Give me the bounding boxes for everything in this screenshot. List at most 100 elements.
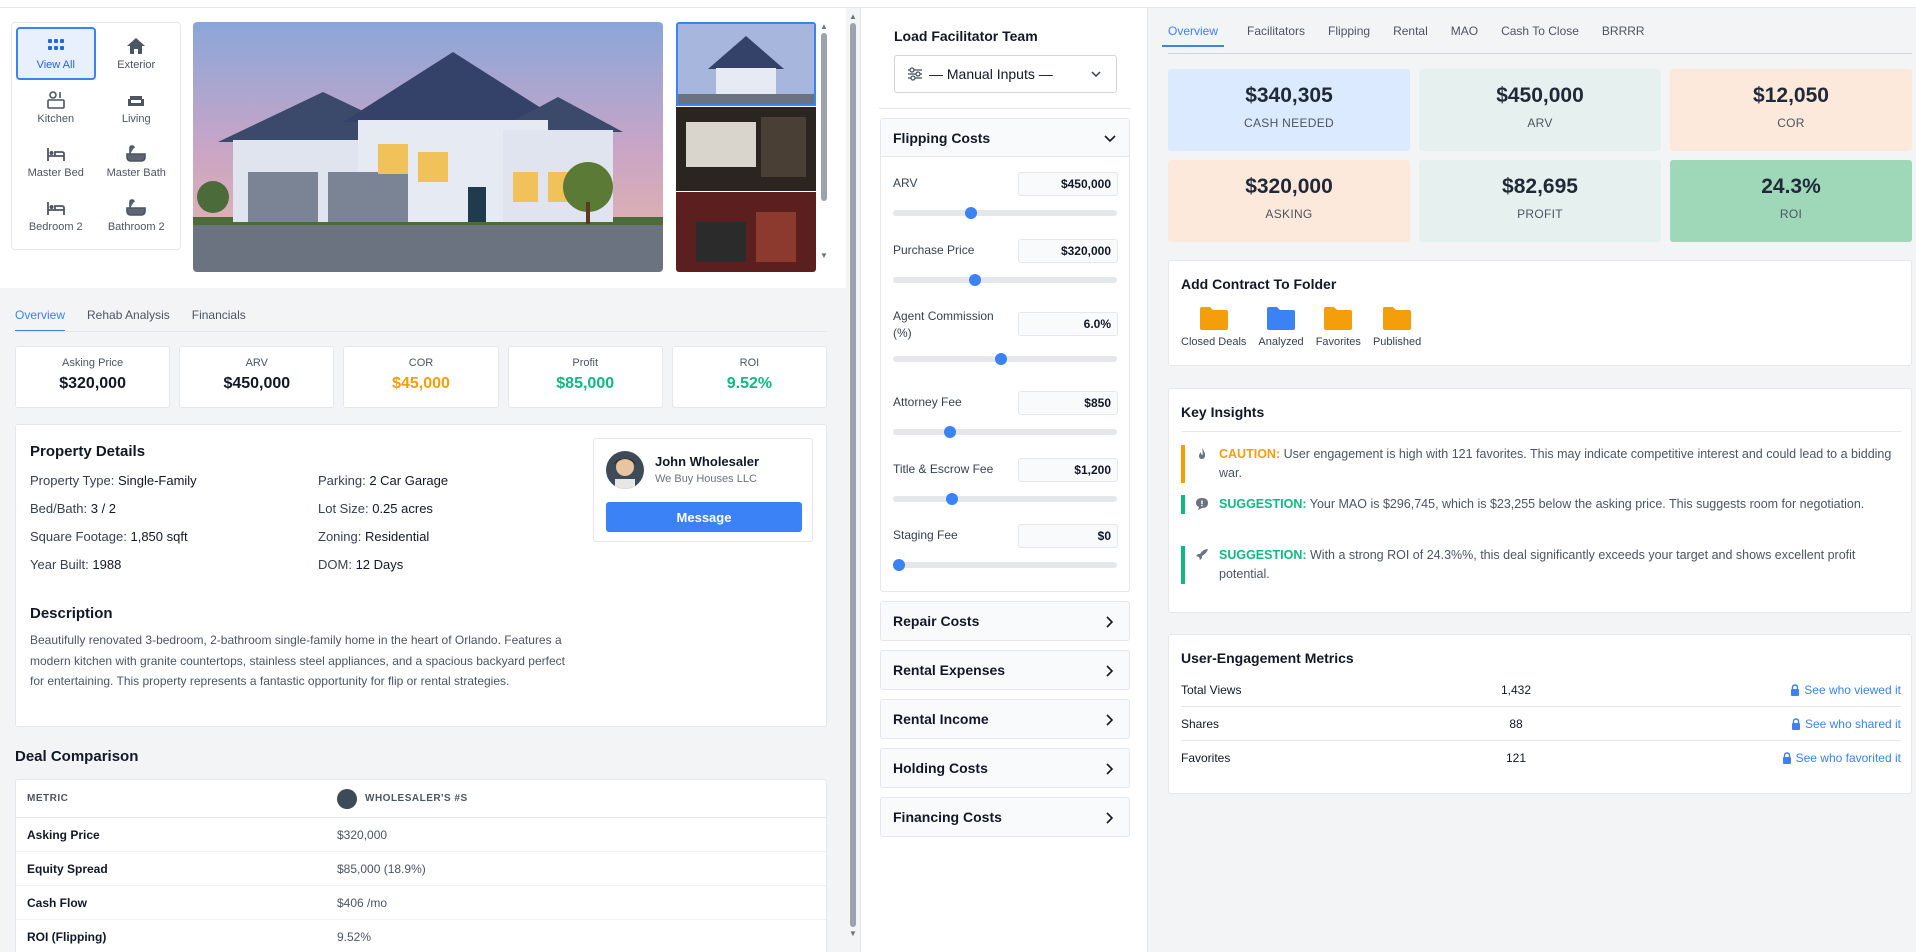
category-label: Exterior bbox=[117, 59, 156, 71]
value-slider[interactable] bbox=[893, 207, 1117, 219]
table-row: Cash Flow $406 /mo bbox=[16, 886, 826, 920]
arv-input[interactable] bbox=[1018, 172, 1118, 196]
stat-value: $320,000 bbox=[59, 375, 126, 392]
value-slider[interactable] bbox=[893, 493, 1117, 505]
category-bedroom-2[interactable]: Bedroom 2 bbox=[16, 189, 96, 242]
section-repair-costs[interactable]: Repair Costs bbox=[880, 601, 1130, 641]
analysis-tabs: Overview Facilitators Flipping Rental MAO Cas… bbox=[1162, 24, 1645, 47]
slider-handle[interactable] bbox=[969, 274, 981, 286]
section-title: Rental Income bbox=[893, 711, 989, 727]
avatar bbox=[606, 451, 644, 489]
table-row: Total Views 1,432 See who viewed it bbox=[1181, 673, 1901, 707]
sofa-icon bbox=[126, 90, 146, 110]
category-label: Bedroom 2 bbox=[28, 221, 83, 233]
see-who-link[interactable]: See who viewed it bbox=[1790, 683, 1901, 697]
category-bathroom-2[interactable]: Bathroom 2 bbox=[97, 189, 177, 242]
category-master-bath[interactable]: Master Bath bbox=[97, 135, 177, 188]
purchase-price-input[interactable] bbox=[1018, 239, 1118, 263]
cost-inputs-panel: Load Facilitator Team — Manual Inputs — … bbox=[860, 8, 1148, 952]
folder-analyzed[interactable]: Analyzed bbox=[1258, 305, 1304, 348]
photo-gallery: View All Exterior Kitchen Living Master Bed M… bbox=[0, 8, 846, 288]
chevron-right-icon bbox=[1106, 665, 1114, 677]
field-key: DOM: bbox=[318, 557, 352, 572]
title-escrow-fee-input[interactable] bbox=[1018, 458, 1118, 482]
category-kitchen[interactable]: Kitchen bbox=[16, 81, 96, 134]
field-label: Purchase Price bbox=[893, 243, 975, 257]
metric-name: Asking Price bbox=[27, 827, 100, 842]
stat-value: $45,000 bbox=[392, 375, 450, 392]
kpi-value: $340,305 bbox=[1245, 84, 1333, 107]
house-photo bbox=[193, 22, 663, 272]
section-rental-income[interactable]: Rental Income bbox=[880, 699, 1130, 739]
tab-rehab-analysis[interactable]: Rehab Analysis bbox=[87, 308, 170, 332]
flipping-costs-header[interactable]: Flipping Costs bbox=[881, 119, 1129, 157]
value-slider[interactable] bbox=[893, 559, 1117, 571]
category-view-all[interactable]: View All bbox=[16, 27, 96, 80]
slider-handle[interactable] bbox=[995, 353, 1007, 365]
kpi-label: ARV bbox=[1527, 116, 1553, 130]
tab-overview[interactable]: Overview bbox=[15, 308, 66, 332]
folder-card: Add Contract To Folder Closed Deals Analy… bbox=[1168, 260, 1912, 366]
chevron-right-icon bbox=[1106, 714, 1114, 726]
tab-cash-to-close[interactable]: Cash To Close bbox=[1501, 24, 1579, 47]
chevron-down-icon bbox=[1091, 71, 1101, 78]
slider-handle[interactable] bbox=[944, 426, 956, 438]
see-who-link[interactable]: See who shared it bbox=[1791, 717, 1901, 731]
stat-label: Profit bbox=[572, 357, 599, 369]
slider-handle[interactable] bbox=[893, 559, 905, 571]
main-property-photo[interactable] bbox=[193, 22, 663, 272]
tab-financials[interactable]: Financials bbox=[192, 308, 246, 332]
thumbnail-kitchen[interactable] bbox=[676, 107, 816, 191]
value-slider[interactable] bbox=[893, 426, 1117, 438]
tab-facilitators[interactable]: Facilitators bbox=[1247, 24, 1305, 47]
folder-favorites[interactable]: Favorites bbox=[1316, 305, 1361, 348]
thumbnail-exterior[interactable] bbox=[676, 22, 816, 106]
facilitator-team-select[interactable]: — Manual Inputs — bbox=[894, 55, 1117, 93]
folder-closed-deals[interactable]: Closed Deals bbox=[1181, 305, 1246, 348]
category-exterior[interactable]: Exterior bbox=[97, 27, 177, 80]
category-living[interactable]: Living bbox=[97, 81, 177, 134]
value-slider[interactable] bbox=[893, 274, 1117, 286]
photo-category-grid: View All Exterior Kitchen Living Master Bed M… bbox=[11, 22, 181, 250]
property-details-card: Property Details Property Type: Single-F… bbox=[15, 424, 827, 727]
chevron-right-icon bbox=[1106, 616, 1114, 628]
staging-fee-input[interactable] bbox=[1018, 524, 1118, 548]
section-financing-costs[interactable]: Financing Costs bbox=[880, 797, 1130, 837]
kpi-asking: $320,000 ASKING bbox=[1168, 160, 1410, 242]
tab-mao[interactable]: MAO bbox=[1451, 24, 1478, 47]
tab-brrrr[interactable]: BRRRR bbox=[1602, 24, 1645, 47]
category-master-bed[interactable]: Master Bed bbox=[16, 135, 96, 188]
tab-overview[interactable]: Overview bbox=[1162, 24, 1225, 47]
kpi-label: COR bbox=[1777, 116, 1805, 130]
attorney-fee-input[interactable] bbox=[1018, 391, 1118, 415]
folder-icon bbox=[1383, 307, 1412, 330]
section-title: Holding Costs bbox=[893, 760, 988, 776]
field-value: 1988 bbox=[92, 557, 122, 572]
metric-value: 9.52% bbox=[337, 929, 372, 944]
thumbnail-living[interactable] bbox=[676, 192, 816, 272]
section-holding-costs[interactable]: Holding Costs bbox=[880, 748, 1130, 788]
tab-rental[interactable]: Rental bbox=[1393, 24, 1428, 47]
value-slider[interactable] bbox=[893, 353, 1117, 365]
property-panel: View All Exterior Kitchen Living Master Bed M… bbox=[0, 8, 860, 952]
property-field: Year Built: 1988 bbox=[30, 557, 121, 572]
field-value: 3 / 2 bbox=[90, 501, 117, 516]
kpi-label: CASH NEEDED bbox=[1244, 116, 1334, 130]
tab-flipping[interactable]: Flipping bbox=[1328, 24, 1370, 47]
field-label: Agent Commission (%) bbox=[893, 309, 994, 340]
thumbnail-scrollbar[interactable]: ▲ ▼ bbox=[819, 8, 829, 260]
bathtub-icon bbox=[126, 198, 147, 218]
agent-commission-input[interactable] bbox=[1018, 312, 1118, 336]
section-rental-expenses[interactable]: Rental Expenses bbox=[880, 650, 1130, 690]
message-button[interactable]: Message bbox=[606, 502, 802, 532]
folder-published[interactable]: Published bbox=[1373, 305, 1421, 348]
slider-handle[interactable] bbox=[965, 207, 977, 219]
slider-handle[interactable] bbox=[946, 493, 958, 505]
kpi-cash-needed: $340,305 CASH NEEDED bbox=[1168, 69, 1410, 151]
see-who-link[interactable]: See who favorited it bbox=[1782, 751, 1901, 765]
field-value: Single-Family bbox=[117, 473, 197, 488]
folder-icon bbox=[1324, 307, 1353, 330]
summary-stat-asking-price: Asking Price $320,000 bbox=[15, 346, 171, 408]
field-key: Year Built: bbox=[30, 557, 89, 572]
left-panel-scrollbar[interactable]: ▲ ▼ bbox=[848, 8, 858, 952]
